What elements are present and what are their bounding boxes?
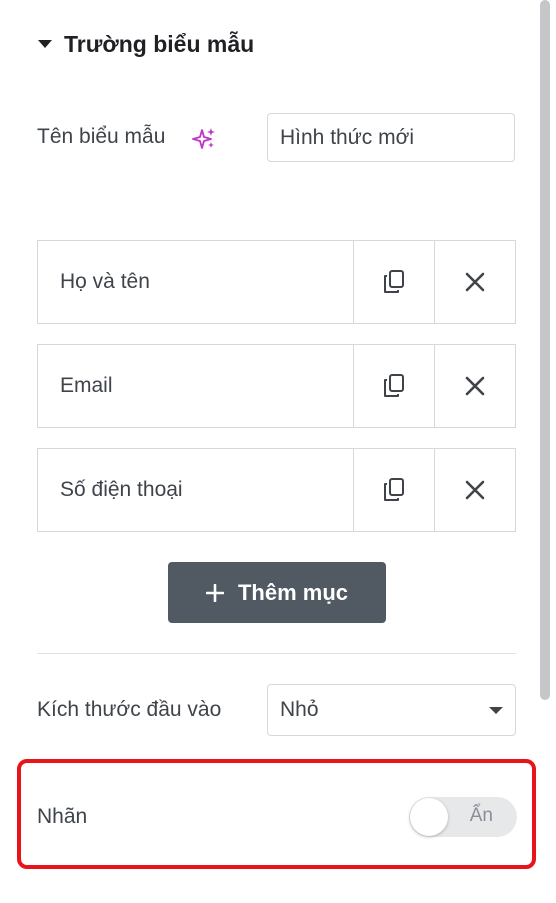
- toggle-state-text: Ẩn: [469, 805, 493, 826]
- section-title: Trường biểu mẫu: [64, 30, 255, 57]
- field-item[interactable]: Họ và tên: [37, 240, 516, 324]
- input-size-select[interactable]: Nhỏ: [267, 684, 516, 736]
- caret-down-icon: [38, 40, 52, 48]
- remove-button[interactable]: [434, 449, 515, 531]
- close-icon: [465, 272, 485, 292]
- close-icon: [465, 480, 485, 500]
- add-item-label: Thêm mục: [237, 579, 349, 605]
- scrollbar[interactable]: [540, 0, 550, 700]
- add-item-button[interactable]: Thêm mục: [168, 562, 386, 623]
- plus-icon: [205, 583, 224, 602]
- copy-icon: [384, 270, 404, 293]
- field-item-label[interactable]: Số điện thoại: [38, 449, 353, 531]
- sparkle-icon[interactable]: [192, 127, 216, 156]
- duplicate-button[interactable]: [353, 449, 434, 531]
- divider: [37, 653, 516, 654]
- form-name-input[interactable]: [267, 113, 515, 162]
- section-header[interactable]: Trường biểu mẫu: [38, 28, 254, 60]
- form-name-label: Tên biểu mẫu: [37, 125, 166, 148]
- field-item-label[interactable]: Email: [38, 345, 353, 427]
- label-toggle[interactable]: Ẩn: [409, 797, 517, 837]
- field-item[interactable]: Email: [37, 344, 516, 428]
- input-size-value: Nhỏ: [280, 698, 319, 721]
- toggle-knob: [410, 798, 448, 836]
- label-toggle-label: Nhãn: [37, 805, 88, 828]
- field-item[interactable]: Số điện thoại: [37, 448, 516, 532]
- duplicate-button[interactable]: [353, 345, 434, 427]
- duplicate-button[interactable]: [353, 241, 434, 323]
- copy-icon: [384, 478, 404, 501]
- remove-button[interactable]: [434, 241, 515, 323]
- remove-button[interactable]: [434, 345, 515, 427]
- copy-icon: [384, 374, 404, 397]
- field-item-label[interactable]: Họ và tên: [38, 241, 353, 323]
- input-size-label: Kích thước đầu vào: [37, 698, 222, 721]
- chevron-down-icon: [489, 706, 503, 714]
- close-icon: [465, 376, 485, 396]
